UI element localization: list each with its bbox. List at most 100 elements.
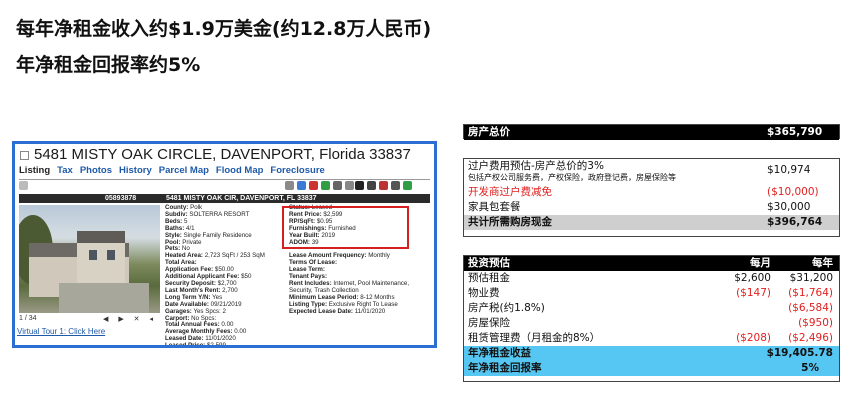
investment-yearly: ($950) — [798, 317, 833, 329]
tab-parcel-map[interactable]: Parcel Map — [159, 165, 209, 176]
tab-foreclosure[interactable]: Foreclosure — [270, 165, 324, 176]
window-shape — [107, 250, 115, 260]
divider — [19, 179, 430, 180]
detail-value: Monthly — [368, 252, 390, 260]
closing-row: 家具包套餐 $30,000 — [464, 200, 839, 215]
investment-monthly: ($147) — [736, 287, 771, 299]
net-income-label: 年净租金收益 — [468, 347, 531, 359]
closing-total-value: $396,764 — [767, 216, 823, 228]
window-shape — [89, 250, 97, 260]
investment-header-yearly: 每年 — [812, 257, 833, 269]
closing-total-row: 共计所需购房现金 $396,764 — [464, 215, 839, 230]
investment-table: 投资预估 每月 每年 预估租金 $2,600 $31,200 物业费 ($147) ($1… — [463, 255, 840, 382]
investment-monthly: $2,600 — [734, 272, 771, 284]
photo-nav: 1 / 34 ◀ ▶ ✕ ◂ — [19, 315, 160, 323]
photo-counter: 1 / 34 — [19, 315, 37, 322]
investment-label: 物业费 — [468, 287, 500, 299]
share-icon[interactable] — [345, 181, 354, 190]
camera-icon[interactable] — [297, 181, 306, 190]
detail-value: 2,723 SqFt / 253 SqM — [204, 252, 265, 260]
virtual-tour-link[interactable]: Virtual Tour 1: Click Here — [17, 327, 105, 336]
bookmark-icon[interactable] — [403, 181, 412, 190]
print-icon[interactable] — [285, 181, 294, 190]
investment-yearly: ($1,764) — [788, 287, 833, 299]
investment-row: 租赁管理费（月租金的8%） ($208) ($2,496) — [464, 331, 839, 346]
investment-header-monthly: 每月 — [750, 257, 771, 269]
tab-photos[interactable]: Photos — [80, 165, 112, 176]
map-pin-icon[interactable] — [309, 181, 318, 190]
detail-line: Leased Price: $2,599 — [165, 342, 265, 348]
detail-value: 11/01/2020 — [354, 307, 386, 315]
listing-tabs: Listing Tax Photos History Parcel Map Fl… — [19, 165, 325, 176]
left-tool-icons — [19, 181, 28, 190]
highlight-box — [282, 206, 409, 249]
net-yield-value: 5% — [801, 362, 819, 374]
toolbar-icons-right — [355, 181, 412, 190]
tab-tax[interactable]: Tax — [57, 165, 73, 176]
listing-title-text: 5481 MISTY OAK CIRCLE, DAVENPORT, Florid… — [34, 146, 411, 163]
investment-yearly: $31,200 — [789, 272, 833, 284]
tour-icon[interactable] — [19, 181, 28, 190]
investment-label: 预估租金 — [468, 272, 510, 284]
gear-icon[interactable] — [391, 181, 400, 190]
listing-title: 5481 MISTY OAK CIRCLE, DAVENPORT, Florid… — [20, 146, 411, 163]
detail-value: 2,700 — [222, 286, 238, 294]
net-income-value: $19,405.78 — [766, 347, 833, 359]
td-icon[interactable] — [367, 181, 376, 190]
net-yield-row: 年净租金回报率 5% — [464, 361, 839, 376]
investment-label: 房屋保险 — [468, 317, 510, 329]
address-bar-text: 5481 MISTY OAK CIR, DAVENPORT, FL 33837 — [166, 195, 317, 202]
investment-header: 投资预估 每月 每年 — [464, 256, 839, 271]
listing-details-col1: County: Polk Subdiv: SOLTERRA RESORT Beds:… — [165, 204, 265, 348]
tab-history[interactable]: History — [119, 165, 152, 176]
investment-row: 预估租金 $2,600 $31,200 — [464, 271, 839, 286]
doc-icon[interactable] — [321, 181, 330, 190]
price-row: 房产总价 $365,790 — [464, 125, 839, 140]
flag-icon[interactable] — [379, 181, 388, 190]
grid-icon[interactable] — [355, 181, 364, 190]
net-yield-label: 年净租金回报率 — [468, 362, 542, 374]
closing-value: $10,974 — [767, 164, 811, 176]
checkbox-icon[interactable] — [20, 150, 29, 160]
price-table: 房产总价 $365,790 — [463, 124, 840, 140]
driveway-shape — [59, 283, 149, 313]
price-value: $365,790 — [767, 126, 823, 138]
net-income-row: 年净租金收益 $19,405.78 — [464, 346, 839, 361]
investment-rows: 预估租金 $2,600 $31,200 物业费 ($147) ($1,764) 房产税(约1… — [464, 271, 839, 346]
headline-income: 每年净租金收入约$1.9万美金(约12.8万人民币) — [16, 18, 432, 40]
investment-row: 房产税(约1.8%) ($6,584) — [464, 301, 839, 316]
investment-label: 房产税(约1.8%) — [468, 302, 545, 314]
detail-value: SOLTERRA RESORT — [189, 210, 250, 218]
property-photo[interactable] — [19, 205, 160, 313]
investment-yearly: ($2,496) — [788, 332, 833, 344]
investment-yearly: ($6,584) — [788, 302, 833, 314]
toolbar-icons — [285, 181, 354, 190]
closing-value: ($10,000) — [767, 186, 819, 198]
investment-row: 房屋保险 ($950) — [464, 316, 839, 331]
closing-value: $30,000 — [767, 201, 811, 213]
detail-key: Leased Price: — [165, 342, 206, 348]
closing-note: 包括产权公司服务费，产权保险，政府登记费，房屋保险等 — [468, 173, 676, 182]
photo-controls[interactable]: ◀ ▶ ✕ ◂ — [103, 315, 157, 323]
headline-yield: 年净租金回报率约5% — [16, 54, 201, 76]
tab-listing[interactable]: Listing — [19, 165, 50, 176]
address-bar: 05893878 5481 MISTY OAK CIR, DAVENPORT, … — [19, 194, 430, 203]
mls-number: 05893878 — [105, 195, 137, 202]
mls-listing-panel: 5481 MISTY OAK CIRCLE, DAVENPORT, Florid… — [12, 141, 437, 348]
price-label: 房产总价 — [468, 126, 510, 138]
tab-flood-map[interactable]: Flood Map — [216, 165, 264, 176]
detail-line: Expected Lease Date: 11/01/2020 — [289, 307, 409, 316]
closing-cost-table: 过户费用预估-房产总价的3% 包括产权公司服务费，产权保险，政府登记费，房屋保险… — [463, 158, 840, 237]
closing-label: 家具包套餐 — [468, 201, 521, 213]
detail-value: 0.00 — [234, 328, 247, 336]
detail-value: $2,599 — [206, 342, 226, 348]
investment-monthly: ($208) — [736, 332, 771, 344]
closing-note-row: 包括产权公司服务费，产权保险，政府登记费，房屋保险等 $10,974 — [464, 165, 839, 185]
chart-icon[interactable] — [333, 181, 342, 190]
investment-row: 物业费 ($147) ($1,764) — [464, 286, 839, 301]
closing-total-label: 共计所需购房现金 — [468, 216, 552, 228]
closing-label: 开发商过户费减免 — [468, 186, 552, 198]
investment-header-label: 投资预估 — [468, 257, 510, 269]
detail-key: Expected Lease Date: — [289, 307, 353, 315]
closing-row: 开发商过户费减免 ($10,000) — [464, 185, 839, 200]
